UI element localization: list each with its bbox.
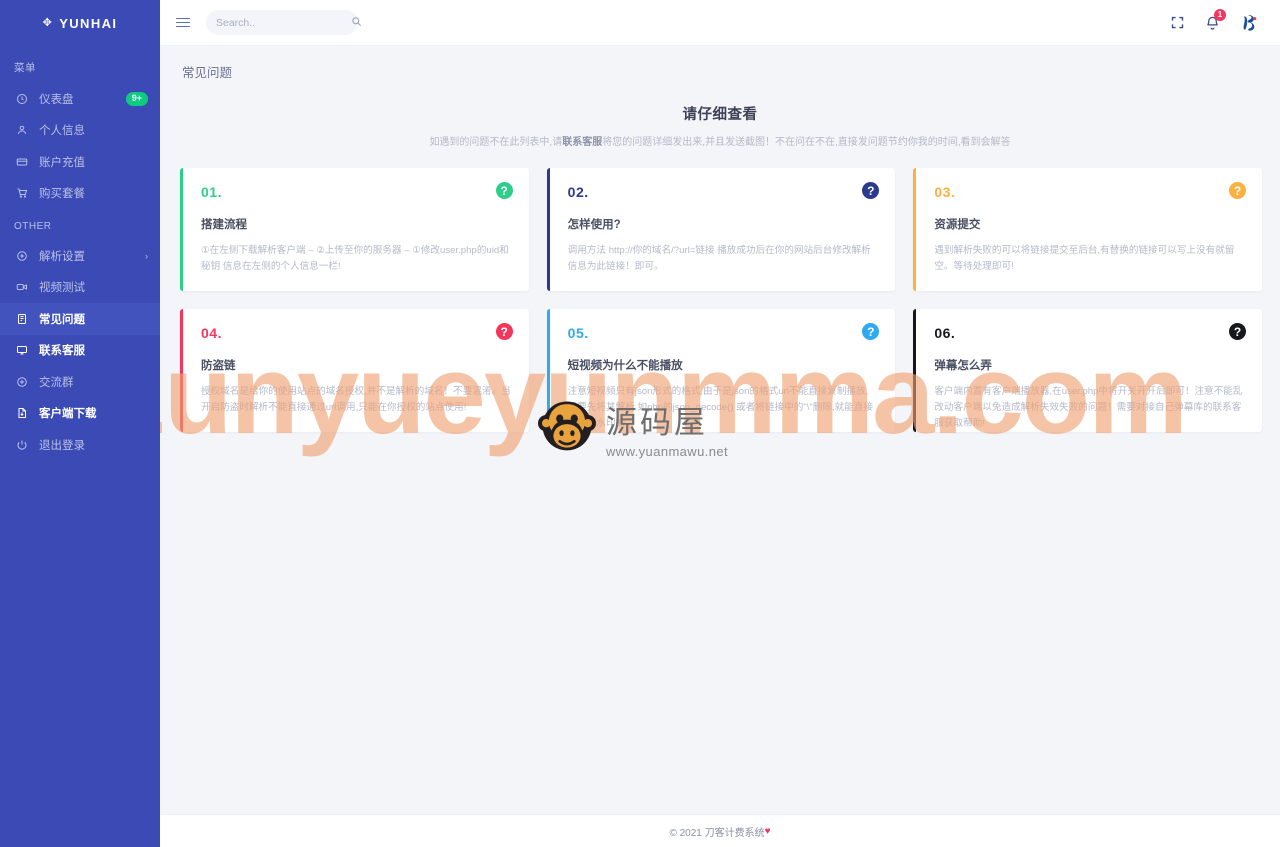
- help-question-icon[interactable]: ?: [1228, 323, 1246, 340]
- sidebar: ✥ YUNHAI 菜单 仪表盘 9+ 个人信息 账户充值 购买套餐 OTHER …: [0, 0, 160, 847]
- sidebar-item-label: 常见问题: [39, 313, 85, 326]
- intro-text-after: 将您的问题详细发出来,并且发送截图！不在问在不在,直接发问题节约你我的时间,看到…: [602, 137, 1011, 148]
- main-content: 常见问题 请仔细查看 如遇到的问题不在此列表中,请联系客服将您的问题详细发出来,…: [160, 46, 1280, 814]
- sidebar-item-client-download[interactable]: 客户端下载: [0, 398, 160, 430]
- faq-card[interactable]: 04. ? 防盗链 授权域名是给你的使用站点的域名授权,并不是解析的域名！不要混…: [180, 309, 529, 432]
- settings-gear-icon: [14, 249, 30, 263]
- faq-card-title: 怎样使用?: [567, 219, 621, 231]
- move-crosshair-icon: ✥: [42, 16, 54, 29]
- sidebar-item-label: 购买套餐: [39, 188, 85, 201]
- sidebar-item-label: 账户充值: [39, 156, 85, 169]
- topbar: 1: [160, 0, 1280, 46]
- faq-card-title: 搭建流程: [201, 219, 247, 231]
- brand-name: YUNHAI: [59, 15, 118, 31]
- topbar-actions: 1: [1170, 8, 1262, 34]
- sidebar-item-faq[interactable]: 常见问题: [0, 303, 160, 335]
- sidebar-item-recharge[interactable]: 账户充值: [0, 146, 160, 178]
- faq-card-body: 遇到解析失败的可以将链接提交至后台,有替换的链接可以写上没有就留空。等待处理即可…: [934, 245, 1235, 272]
- book-icon: [14, 312, 30, 326]
- sidebar-item-profile[interactable]: 个人信息: [0, 115, 160, 147]
- faq-card[interactable]: 05. ? 短视频为什么不能播放 注意短视频只有json形式的格式,由于是jso…: [546, 309, 896, 432]
- bell-icon[interactable]: 1: [1205, 8, 1226, 31]
- faq-card-grid: 01. ? 搭建流程 ①在左侧下载解析客户端 – ②上传至你的服务器 – ①修改…: [160, 148, 1280, 432]
- chevron-right-icon: ›: [145, 250, 148, 261]
- faq-card[interactable]: 03. ? 资源提交 遇到解析失败的可以将链接提交至后台,有替换的链接可以写上没…: [913, 168, 1262, 291]
- faq-card-body: 注意短视频只有json形式的格式,由于是json的格式url不能直接复制播放,需…: [567, 386, 873, 429]
- sidebar-item-label: 交流群: [39, 376, 74, 389]
- footer-copyright: © 2021 刀客计费系统: [669, 827, 765, 839]
- cart-icon: [14, 186, 30, 200]
- heart-icon: ♥: [764, 825, 771, 837]
- faq-card-number: 04.: [201, 325, 222, 341]
- faq-card-number: 02.: [567, 184, 589, 200]
- content-column: 1 常见问题 请仔细查看 如遇到的问题不在此列表中,请联系客服将您的问题详细发出…: [160, 0, 1280, 847]
- brand-logo[interactable]: ✥ YUNHAI: [0, 0, 160, 46]
- hamburger-icon[interactable]: [176, 15, 190, 30]
- faq-card[interactable]: 01. ? 搭建流程 ①在左侧下载解析客户端 – ②上传至你的服务器 – ①修改…: [180, 168, 529, 291]
- search-box[interactable]: [206, 10, 362, 35]
- sidebar-item-dashboard[interactable]: 仪表盘 9+: [0, 83, 160, 115]
- bell-badge: 1: [1214, 8, 1226, 21]
- sidebar-item-label: 解析设置: [39, 250, 85, 263]
- dashboard-badge: 9+: [125, 91, 148, 106]
- sidebar-section-other: OTHER: [14, 221, 52, 232]
- user-avatar-logo[interactable]: [1240, 12, 1262, 34]
- faq-card-body: 客户端内置有客户端播放器,在user.php中将开关开开后即可！注意不能乱改动客…: [934, 386, 1243, 429]
- intro-block: 请仔细查看 如遇到的问题不在此列表中,请联系客服将您的问题详细发出来,并且发送截…: [160, 81, 1280, 148]
- sidebar-item-label: 个人信息: [39, 125, 85, 138]
- sidebar-item-label: 退出登录: [39, 439, 85, 452]
- faq-card-body: 授权域名是给你的使用站点的域名授权,并不是解析的域名！不要混淆。当开启防盗时解析…: [201, 386, 511, 413]
- intro-heading: 请仔细查看: [682, 107, 758, 123]
- faq-card-body: ①在左侧下载解析客户端 – ②上传至你的服务器 – ①修改user.php的ui…: [201, 245, 509, 272]
- video-camera-icon: [14, 280, 30, 294]
- sidebar-item-video-test[interactable]: 视频测试: [0, 272, 160, 304]
- sidebar-item-label: 视频测试: [39, 282, 85, 295]
- sidebar-item-label: 仪表盘: [39, 93, 74, 106]
- sidebar-item-contact-support[interactable]: 联系客服: [0, 335, 160, 367]
- plus-circle-icon: [14, 375, 30, 389]
- faq-card-number: 06.: [934, 325, 956, 341]
- faq-card-number: 01.: [201, 184, 222, 200]
- user-icon: [14, 123, 30, 137]
- chat-icon: [14, 343, 30, 357]
- faq-card-number: 05.: [567, 325, 589, 341]
- faq-card[interactable]: 06. ? 弹幕怎么弄 客户端内置有客户端播放器,在user.php中将开关开开…: [913, 309, 1262, 432]
- help-question-icon[interactable]: ?: [1228, 182, 1246, 199]
- footer: © 2021 刀客计费系统 ♥: [160, 814, 1280, 847]
- search-input[interactable]: [216, 16, 351, 29]
- faq-card-title: 资源提交: [934, 219, 981, 231]
- power-icon: [14, 438, 30, 452]
- sidebar-item-parse-settings[interactable]: 解析设置 ›: [0, 240, 160, 272]
- sidebar-item-label: 联系客服: [39, 345, 85, 358]
- sidebar-item-group[interactable]: 交流群: [0, 366, 160, 398]
- app-root: ✥ YUNHAI 菜单 仪表盘 9+ 个人信息 账户充值 购买套餐 OTHER …: [0, 0, 1280, 847]
- faq-card[interactable]: 02. ? 怎样使用? 调用方法 http://你的域名/?url=链接 播放成…: [546, 168, 896, 291]
- page-title: 常见问题: [182, 66, 233, 80]
- faq-card-body: 调用方法 http://你的域名/?url=链接 播放成功后在你的网站后台修改解…: [567, 245, 871, 272]
- intro-text-bold[interactable]: 联系客服: [562, 137, 602, 148]
- intro-text: 如遇到的问题不在此列表中,请联系客服将您的问题详细发出来,并且发送截图！不在问在…: [160, 133, 1280, 148]
- faq-card-title: 防盗链: [201, 360, 236, 372]
- faq-card-title: 弹幕怎么弄: [934, 360, 992, 372]
- sidebar-item-buy-package[interactable]: 购买套餐: [0, 178, 160, 210]
- help-question-icon[interactable]: ?: [495, 182, 513, 199]
- clock-icon: [14, 92, 30, 106]
- file-download-icon: [14, 406, 30, 420]
- fullscreen-expand-icon[interactable]: [1170, 15, 1185, 30]
- help-question-icon[interactable]: ?: [495, 323, 513, 340]
- card-icon: [14, 155, 30, 169]
- faq-card-number: 03.: [934, 184, 956, 200]
- sidebar-item-label: 客户端下载: [39, 408, 97, 421]
- sidebar-section-menu: 菜单: [14, 62, 36, 74]
- sidebar-item-logout[interactable]: 退出登录: [0, 429, 160, 461]
- faq-card-title: 短视频为什么不能播放: [567, 360, 683, 372]
- intro-text-before: 如遇到的问题不在此列表中,请: [429, 137, 563, 148]
- search-icon[interactable]: [351, 16, 362, 30]
